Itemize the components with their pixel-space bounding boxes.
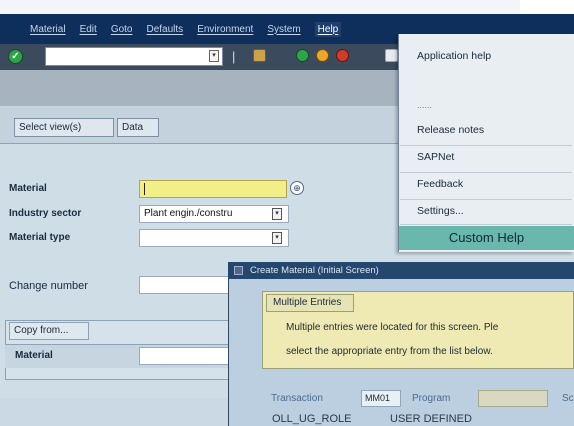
entry-row-role[interactable]: OLL_UG_ROLE bbox=[272, 413, 351, 425]
menu-goto[interactable]: Goto bbox=[111, 24, 133, 35]
bottom-area bbox=[0, 398, 232, 426]
menu-divider bbox=[400, 199, 572, 200]
industry-sector-field[interactable]: Plant engin./constru bbox=[139, 205, 289, 223]
menu-divider bbox=[400, 172, 572, 173]
material-type-field[interactable] bbox=[139, 229, 289, 247]
help-dropdown-menu bbox=[398, 34, 574, 252]
message-line-1: Multiple entries were located for this s… bbox=[286, 322, 499, 333]
menu-defaults[interactable]: Defaults bbox=[147, 24, 184, 35]
menu-environment[interactable]: Environment bbox=[197, 24, 253, 35]
copy-material-input[interactable] bbox=[139, 347, 231, 365]
entry-row-type[interactable]: USER DEFINED bbox=[390, 413, 472, 425]
copy-material-label: Material bbox=[15, 350, 53, 361]
help-menu-application-help[interactable]: Application help bbox=[417, 50, 491, 62]
help-menu-obscured-item[interactable]: ...... bbox=[417, 100, 432, 110]
help-menu-custom-help[interactable]: Custom Help bbox=[399, 226, 574, 250]
material-input[interactable] bbox=[139, 180, 287, 198]
material-type-label: Material type bbox=[9, 232, 71, 243]
material-type-dropdown-icon[interactable]: ▾ bbox=[272, 232, 282, 244]
transaction-label: Transaction bbox=[271, 393, 323, 404]
help-menu-sapnet[interactable]: SAPNet bbox=[417, 151, 454, 163]
help-menu-settings[interactable]: Settings... bbox=[417, 205, 464, 217]
menu-material[interactable]: Material bbox=[30, 24, 66, 35]
print-icon[interactable] bbox=[385, 49, 398, 62]
save-icon[interactable] bbox=[253, 49, 266, 62]
dialog-title-bar[interactable]: Create Material (Initial Screen) bbox=[228, 262, 574, 279]
menu-edit[interactable]: Edit bbox=[80, 24, 97, 35]
program-value bbox=[478, 390, 548, 407]
help-menu-feedback[interactable]: Feedback bbox=[417, 178, 463, 190]
message-line-2: select the appropriate entry from the li… bbox=[286, 346, 493, 357]
menu-divider bbox=[400, 145, 572, 146]
exit-icon[interactable] bbox=[316, 49, 329, 62]
transaction-value: MM01 bbox=[361, 390, 401, 407]
toolbar-separator-icon: | bbox=[232, 49, 236, 64]
industry-sector-label: Industry sector bbox=[9, 208, 82, 219]
match-code-icon[interactable]: ⊕ bbox=[290, 181, 304, 195]
material-label: Material bbox=[9, 183, 47, 194]
data-button[interactable]: Data bbox=[117, 118, 159, 137]
change-number-input[interactable] bbox=[139, 276, 231, 294]
window-icon bbox=[234, 266, 243, 275]
select-views-button[interactable]: Select view(s) bbox=[14, 118, 114, 137]
cancel-icon[interactable] bbox=[336, 49, 349, 62]
menu-system[interactable]: System bbox=[267, 24, 300, 35]
industry-dropdown-icon[interactable]: ▾ bbox=[272, 208, 282, 220]
dropdown-icon[interactable]: ▾ bbox=[209, 50, 219, 62]
text-cursor bbox=[144, 183, 145, 195]
copy-from-title: Copy from... bbox=[9, 322, 89, 340]
back-icon[interactable] bbox=[296, 49, 309, 62]
multiple-entries-tab: Multiple Entries bbox=[266, 294, 354, 312]
dialog-title: Create Material (Initial Screen) bbox=[250, 265, 379, 276]
screen-label: Sc bbox=[562, 393, 574, 404]
help-menu-release-notes[interactable]: Release notes bbox=[417, 124, 484, 136]
menu-divider bbox=[400, 224, 572, 225]
menu-help[interactable]: Help bbox=[314, 21, 342, 37]
command-field[interactable]: ▾ bbox=[45, 47, 223, 66]
enter-check-icon[interactable]: ✓ bbox=[8, 49, 23, 64]
program-label: Program bbox=[412, 393, 451, 404]
change-number-label: Change number bbox=[9, 280, 88, 292]
